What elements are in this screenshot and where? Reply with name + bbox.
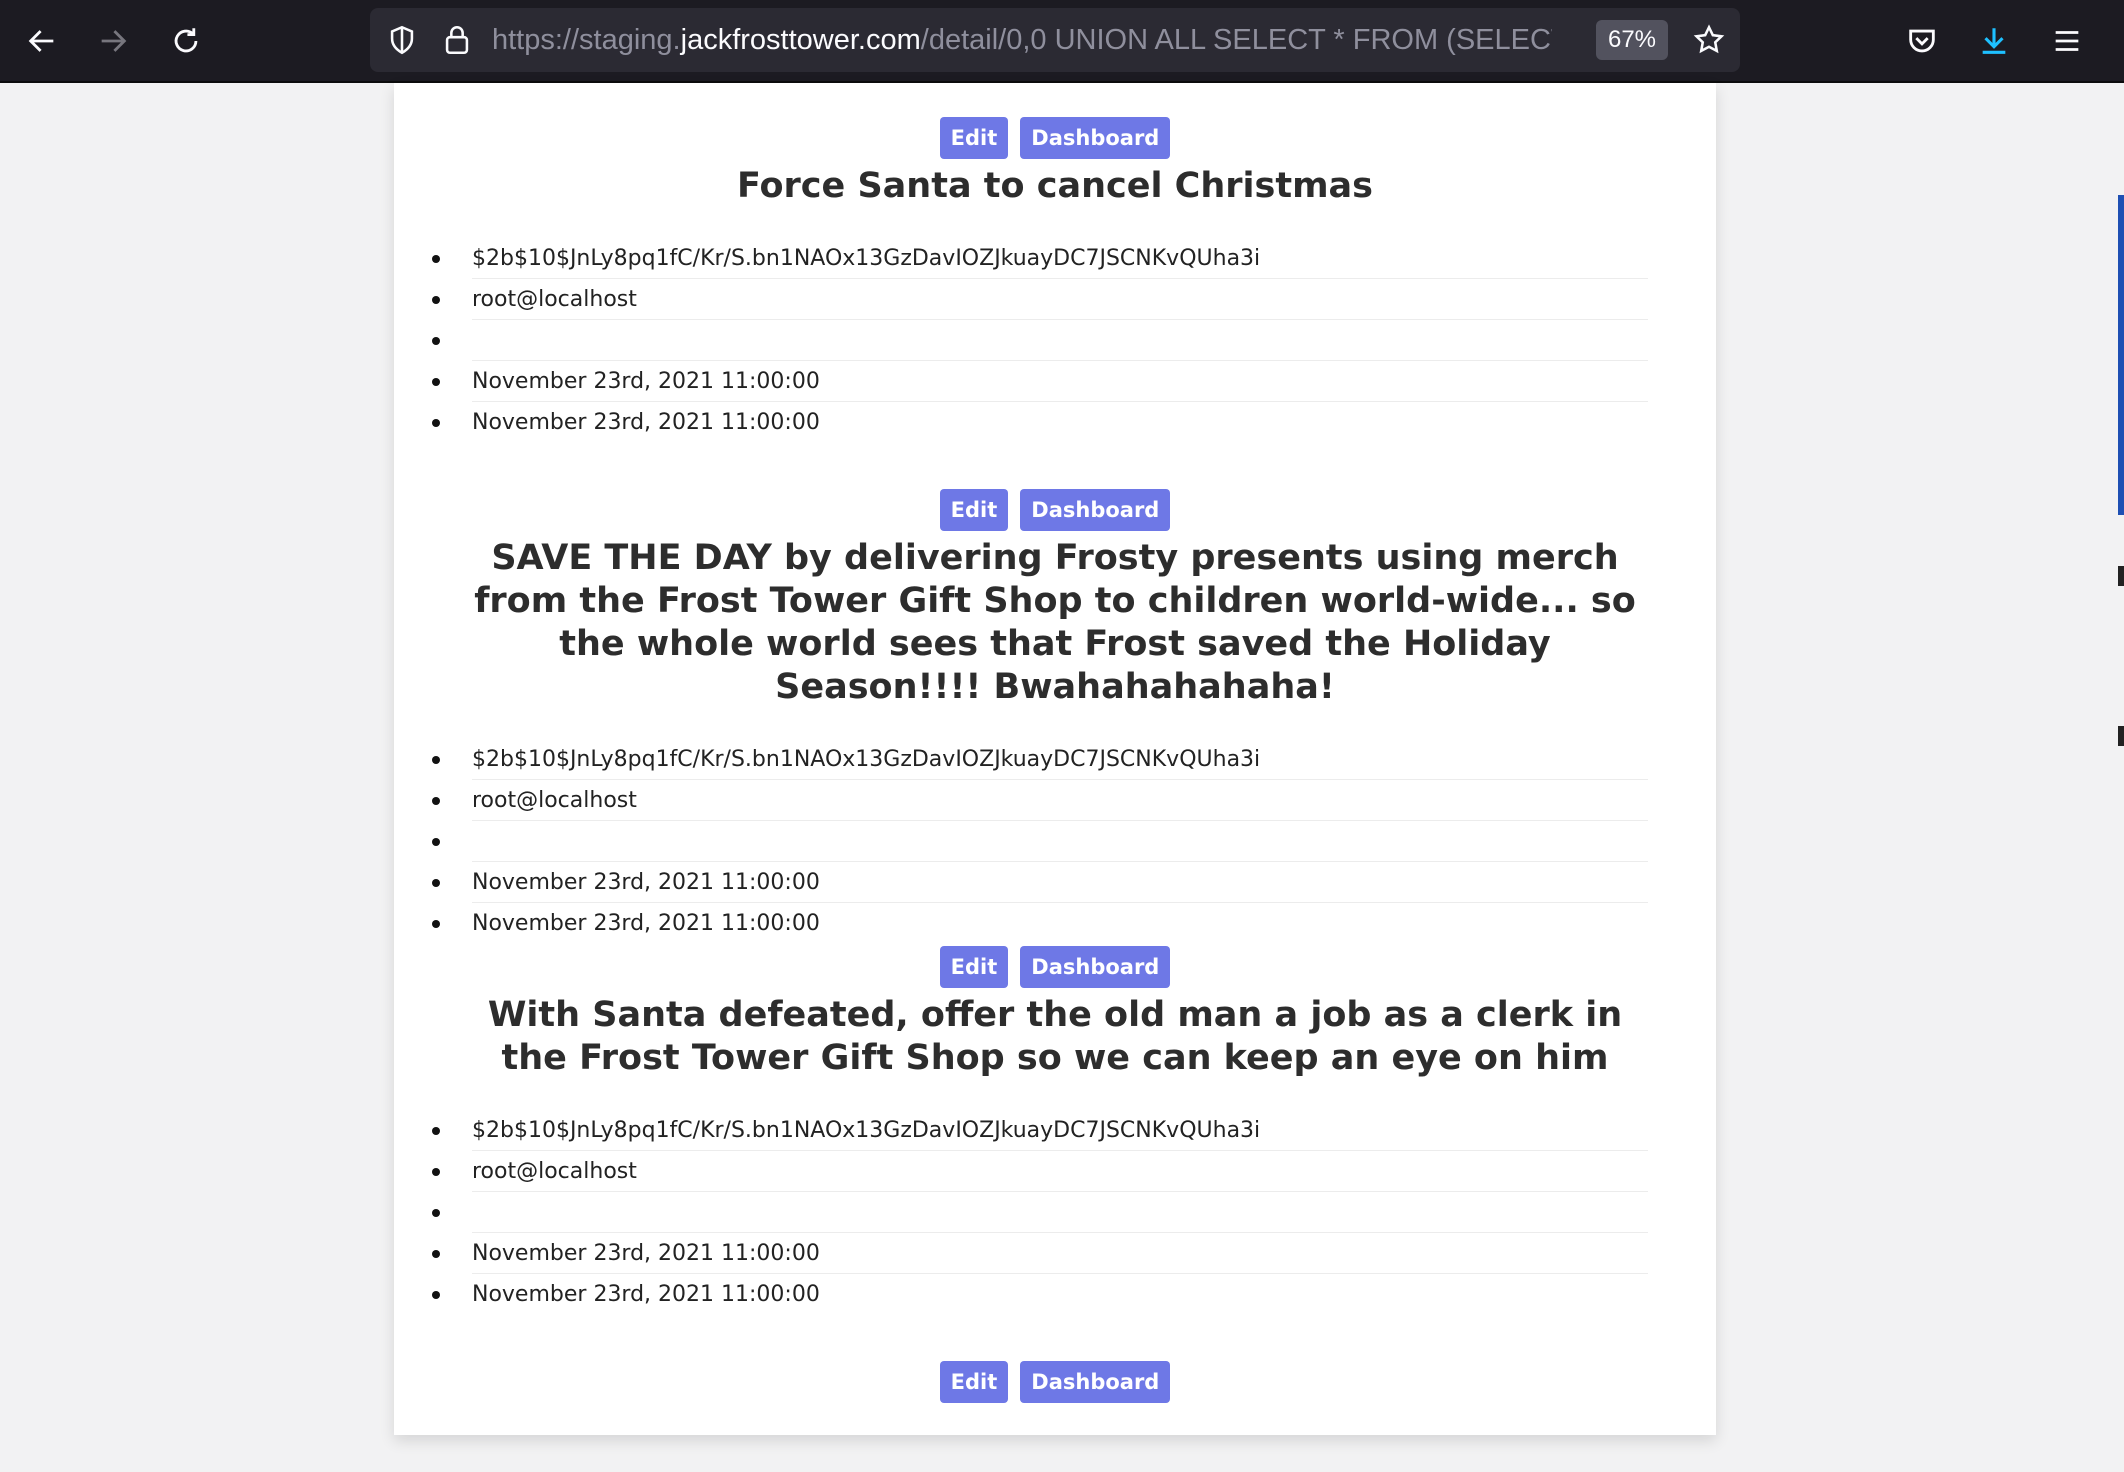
edit-button[interactable]: Edit [939, 946, 1009, 988]
pocket-button[interactable] [1899, 18, 1945, 64]
record-title: Force Santa to cancel Christmas [737, 166, 1373, 206]
edit-button[interactable]: Edit [939, 1361, 1009, 1403]
download-icon [1982, 28, 2006, 54]
field-password-hash: $2b$10$JnLy8pq1fC/Kr/S.bn1NAOx13GzDavIOZ… [432, 1110, 1648, 1151]
record-2: Edit Dashboard SAVE THE DAY by deliverin… [394, 489, 1716, 944]
url-host: jackfrosttower.com [680, 24, 921, 56]
pocket-icon [1909, 29, 1935, 53]
star-icon[interactable] [1692, 23, 1726, 57]
browser-toolbar: https://staging.jackfrosttower.com/detai… [0, 0, 2124, 83]
record-actions: Edit Dashboard [394, 1361, 1716, 1403]
lock-icon[interactable] [440, 23, 474, 57]
field-user: root@localhost [432, 780, 1648, 821]
field-created: November 23rd, 2021 11:00:00 [432, 862, 1648, 903]
background-glyph [2118, 566, 2124, 586]
record-field-list: $2b$10$JnLy8pq1fC/Kr/S.bn1NAOx13GzDavIOZ… [394, 238, 1716, 443]
record-1: Edit Dashboard Force Santa to cancel Chr… [394, 117, 1716, 443]
url-bar[interactable]: https://staging.jackfrosttower.com/detai… [370, 8, 1740, 72]
background-window-edge [2118, 195, 2124, 515]
field-user: root@localhost [432, 1151, 1648, 1192]
field-password-hash: $2b$10$JnLy8pq1fC/Kr/S.bn1NAOx13GzDavIOZ… [432, 739, 1648, 780]
record-title: With Santa defeated, offer the old man a… [487, 995, 1623, 1078]
url-prefix: https://staging. [492, 24, 681, 56]
dashboard-button[interactable]: Dashboard [1020, 1361, 1171, 1403]
record-field-list: $2b$10$JnLy8pq1fC/Kr/S.bn1NAOx13GzDavIOZ… [394, 739, 1716, 944]
detail-page-card: Edit Dashboard Force Santa to cancel Chr… [394, 83, 1716, 1435]
back-arrow-icon [28, 30, 54, 52]
downloads-button[interactable] [1971, 18, 2017, 64]
hamburger-menu-icon [2055, 31, 2079, 51]
field-empty [432, 1192, 1648, 1233]
record-title: SAVE THE DAY by delivering Frosty presen… [474, 538, 1636, 707]
field-password-hash: $2b$10$JnLy8pq1fC/Kr/S.bn1NAOx13GzDavIOZ… [432, 238, 1648, 279]
url-text[interactable]: https://staging.jackfrosttower.com/detai… [492, 8, 1552, 72]
record-3: Edit Dashboard With Santa defeated, offe… [394, 946, 1716, 1315]
field-updated: November 23rd, 2021 11:00:00 [432, 402, 1648, 443]
record-actions: Edit Dashboard [394, 946, 1716, 988]
field-empty [432, 821, 1648, 862]
record-4: Edit Dashboard [394, 1361, 1716, 1403]
field-updated: November 23rd, 2021 11:00:00 [432, 1274, 1648, 1315]
field-created: November 23rd, 2021 11:00:00 [432, 1233, 1648, 1274]
field-user: root@localhost [432, 279, 1648, 320]
record-actions: Edit Dashboard [394, 489, 1716, 531]
background-glyph [2118, 726, 2124, 746]
zoom-level-badge[interactable]: 67% [1596, 20, 1668, 60]
field-created: November 23rd, 2021 11:00:00 [432, 361, 1648, 402]
app-menu-button[interactable] [2044, 18, 2090, 64]
record-actions: Edit Dashboard [394, 117, 1716, 159]
dashboard-button[interactable]: Dashboard [1020, 489, 1171, 531]
forward-button[interactable] [90, 18, 136, 64]
dashboard-button[interactable]: Dashboard [1020, 946, 1171, 988]
reload-button[interactable] [163, 18, 209, 64]
dashboard-button[interactable]: Dashboard [1020, 117, 1171, 159]
forward-arrow-icon [101, 30, 127, 52]
field-updated: November 23rd, 2021 11:00:00 [432, 903, 1648, 944]
back-button[interactable] [19, 18, 65, 64]
field-empty [432, 320, 1648, 361]
edit-button[interactable]: Edit [939, 117, 1009, 159]
shield-icon[interactable] [385, 23, 419, 57]
url-path: /detail/0,0 UNION ALL SELECT * FROM (SEL… [920, 24, 1552, 56]
reload-icon [174, 28, 198, 53]
edit-button[interactable]: Edit [939, 489, 1009, 531]
record-field-list: $2b$10$JnLy8pq1fC/Kr/S.bn1NAOx13GzDavIOZ… [394, 1110, 1716, 1315]
